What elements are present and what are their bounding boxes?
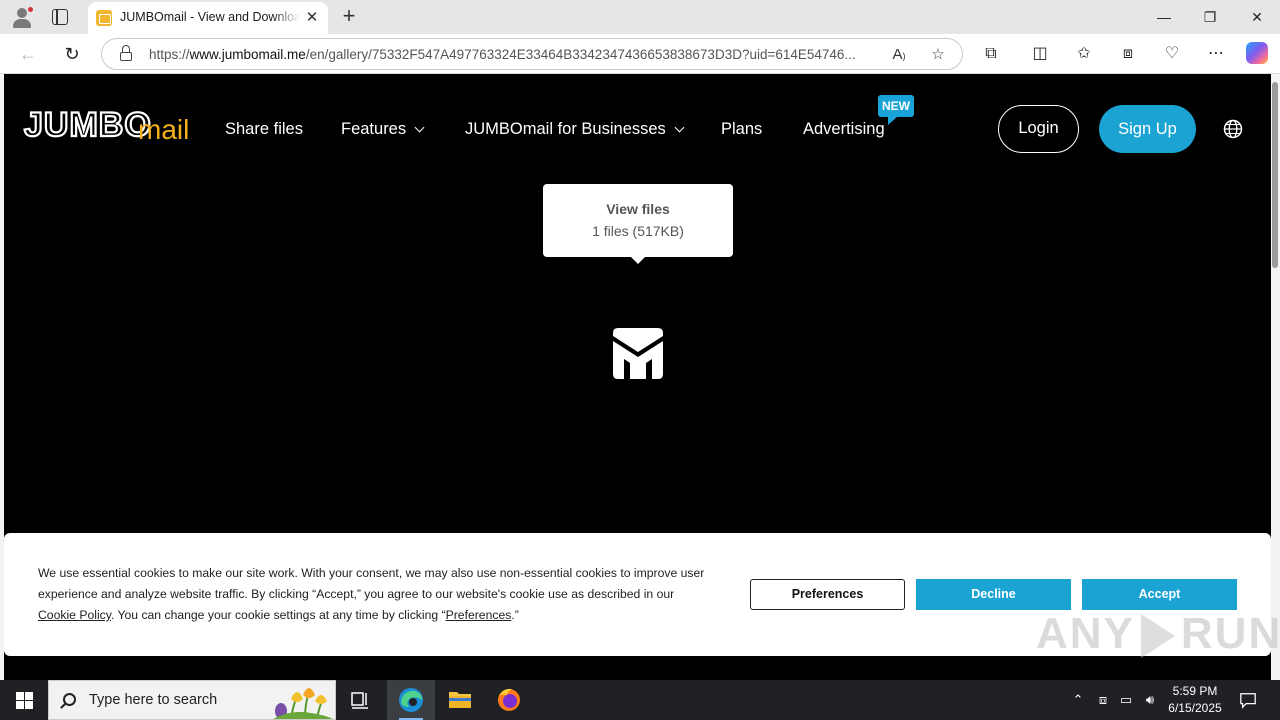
chevron-down-icon: [674, 122, 685, 133]
anyrun-watermark: ANY RUN: [1036, 609, 1280, 659]
nav-share-files[interactable]: Share files: [225, 119, 303, 139]
jumbomail-page: JUMBO mail Share files Features JUMBOmai…: [4, 74, 1271, 680]
network-device-icon[interactable]: ⧈: [1094, 690, 1112, 710]
tulips-icon: [273, 688, 333, 719]
cookie-preferences-link[interactable]: Preferences: [446, 608, 512, 622]
cookie-accept-button[interactable]: Accept: [1082, 579, 1237, 610]
window-restore-button[interactable]: ❐: [1196, 4, 1224, 30]
taskbar-search-box[interactable]: Type here to search: [48, 680, 336, 720]
copilot-icon[interactable]: [1246, 42, 1268, 64]
refresh-icon[interactable]: ↻: [60, 42, 84, 66]
cookie-message: We use essential cookies to make our sit…: [38, 566, 705, 622]
clock-time: 5:59 PM: [1172, 684, 1218, 698]
more-menu-icon[interactable]: ⋯: [1204, 42, 1228, 66]
new-tab-button[interactable]: +: [338, 4, 360, 30]
nav-advertising[interactable]: Advertising: [803, 119, 885, 139]
tab-title: JUMBOmail - View and Download Files: [120, 10, 300, 24]
read-aloud-icon[interactable]: A): [888, 44, 910, 66]
url-text[interactable]: https://www.jumbomail.me/en/gallery/7533…: [149, 47, 879, 62]
browser-tab-active[interactable]: JUMBOmail - View and Download Files ✕: [88, 2, 328, 34]
jumbomail-favicon-icon: [96, 10, 112, 26]
taskbar-search-placeholder: Type here to search: [89, 692, 218, 708]
tooltip-file-count: 1 files (517KB): [592, 223, 684, 239]
tooltip-title: View files: [606, 201, 670, 217]
edge-browser-icon[interactable]: [387, 680, 435, 720]
cookie-policy-link[interactable]: Cookie Policy: [38, 608, 111, 622]
clock-date: 6/15/2025: [1168, 701, 1222, 715]
browser-tab-strip: JUMBOmail - View and Download Files ✕ + …: [0, 0, 1280, 34]
window-minimize-button[interactable]: —: [1150, 4, 1178, 30]
login-button[interactable]: Login: [998, 105, 1079, 153]
windows-start-icon[interactable]: [16, 692, 33, 709]
firefox-icon[interactable]: [485, 680, 533, 720]
logo-mail-text: mail: [138, 114, 190, 145]
play-icon: [1140, 614, 1175, 659]
network-icon[interactable]: ▭: [1116, 690, 1136, 710]
cookie-decline-button[interactable]: Decline: [916, 579, 1071, 610]
profile-icon[interactable]: [10, 5, 34, 29]
lock-icon[interactable]: [120, 45, 132, 61]
task-view-icon[interactable]: [336, 680, 384, 720]
envelope-icon[interactable]: [612, 326, 664, 380]
chevron-down-icon: [414, 122, 425, 133]
tab-close-button[interactable]: ✕: [302, 8, 322, 28]
show-hidden-icons-chevron-up-icon[interactable]: ⌃: [1068, 690, 1088, 710]
favorites-icon[interactable]: ✩: [1072, 42, 1096, 66]
taskbar-clock[interactable]: 5:59 PM 6/15/2025: [1160, 683, 1230, 717]
notifications-icon[interactable]: [1236, 690, 1260, 710]
new-badge: NEW: [878, 95, 914, 125]
browser-toolbar: ← ↻ https://www.jumbomail.me/en/gallery/…: [0, 34, 1280, 74]
extensions-puzzle-icon[interactable]: ⧉: [979, 42, 1003, 66]
page-scrollbar-thumb[interactable]: [1272, 82, 1278, 268]
file-explorer-icon[interactable]: [436, 680, 484, 720]
back-arrow-icon[interactable]: ←: [16, 42, 40, 66]
tab-actions-icon[interactable]: [52, 9, 68, 25]
collections-icon[interactable]: ⧈: [1116, 42, 1140, 66]
windows-taskbar: Type here to search ⌃ ⧈ ▭ 🔊︎ 5:59 PM 6/1…: [0, 680, 1280, 720]
volume-speaker-icon[interactable]: 🔊︎: [1140, 690, 1160, 710]
address-bar[interactable]: https://www.jumbomail.me/en/gallery/7533…: [101, 38, 963, 70]
sign-up-button[interactable]: Sign Up: [1099, 105, 1196, 153]
logo-jumbo-text: JUMBO: [23, 106, 152, 144]
favorite-star-icon[interactable]: ☆: [927, 44, 949, 66]
view-files-tooltip[interactable]: View files 1 files (517KB): [543, 184, 733, 264]
nav-features[interactable]: Features: [341, 119, 425, 139]
browser-essentials-icon[interactable]: ♡: [1160, 42, 1184, 66]
search-icon: [63, 693, 76, 706]
split-screen-icon[interactable]: ◫: [1028, 42, 1052, 66]
window-close-button[interactable]: ✕: [1243, 4, 1271, 30]
language-globe-icon[interactable]: [1223, 119, 1243, 139]
nav-plans[interactable]: Plans: [721, 119, 762, 139]
nav-jumbomail-for-businesses[interactable]: JUMBOmail for Businesses: [465, 119, 685, 139]
cookie-preferences-button[interactable]: Preferences: [750, 579, 905, 610]
